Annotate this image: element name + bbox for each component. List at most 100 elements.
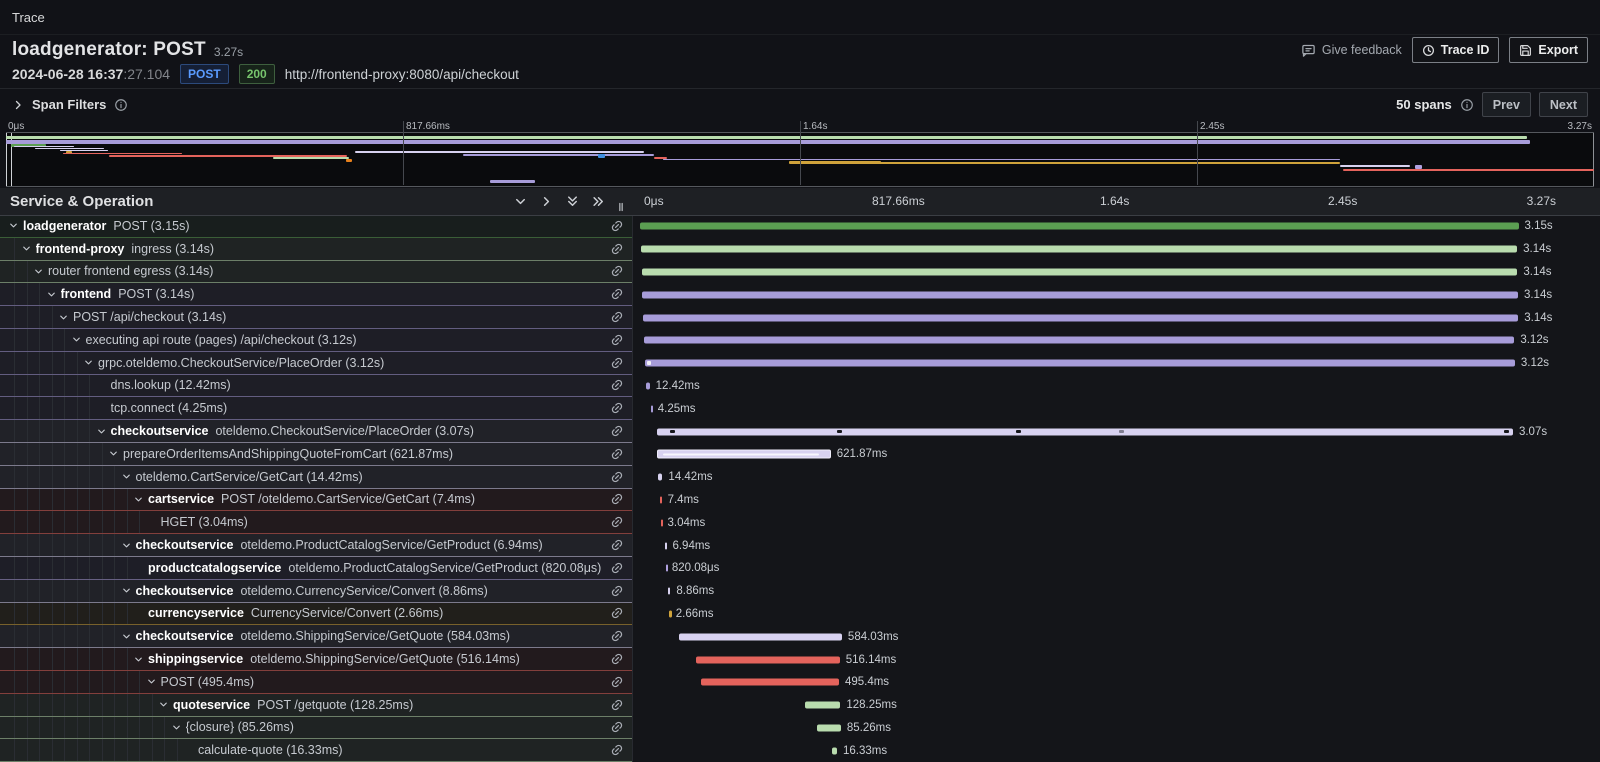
span-bar-cell[interactable]: 16.33ms [632, 739, 1600, 762]
expand-chevron-icon[interactable] [108, 448, 123, 459]
span-name-cell[interactable]: grpc.oteldemo.CheckoutService/PlaceOrder… [0, 352, 632, 375]
span-name-cell[interactable]: {closure} (85.26ms) [0, 717, 632, 740]
prev-span-button[interactable]: Prev [1482, 92, 1531, 117]
expand-chevron-icon[interactable] [58, 312, 73, 323]
span-bar[interactable] [701, 679, 839, 686]
span-bar-cell[interactable]: 128.25ms [632, 694, 1600, 717]
span-name-cell[interactable]: checkoutserviceoteldemo.ShippingService/… [0, 625, 632, 648]
span-link-icon[interactable] [610, 492, 624, 506]
span-bar-cell[interactable]: 3.12s [632, 352, 1600, 375]
span-name-cell[interactable]: shippingserviceoteldemo.ShippingService/… [0, 648, 632, 671]
expand-chevron-icon[interactable] [46, 289, 61, 300]
span-bar-cell[interactable]: 820.08μs [632, 557, 1600, 580]
expand-chevron-icon[interactable] [121, 631, 136, 642]
span-link-icon[interactable] [610, 310, 624, 324]
span-bar[interactable] [657, 450, 830, 459]
span-link-icon[interactable] [610, 424, 624, 438]
span-link-icon[interactable] [610, 561, 624, 575]
span-link-icon[interactable] [610, 287, 624, 301]
span-link-icon[interactable] [610, 720, 624, 734]
span-bar-cell[interactable]: 3.14s [632, 283, 1600, 306]
span-link-icon[interactable] [610, 698, 624, 712]
span-bar[interactable] [661, 519, 664, 526]
span-link-icon[interactable] [610, 447, 624, 461]
span-bar[interactable] [646, 382, 649, 389]
span-link-icon[interactable] [610, 584, 624, 598]
span-name-cell[interactable]: checkoutserviceoteldemo.CheckoutService/… [0, 420, 632, 443]
span-bar[interactable] [657, 428, 1513, 435]
next-span-button[interactable]: Next [1539, 92, 1588, 117]
expand-chevron-icon[interactable] [133, 654, 148, 665]
span-name-cell[interactable]: productcatalogserviceoteldemo.ProductCat… [0, 557, 632, 580]
span-bar-cell[interactable]: 3.04ms [632, 511, 1600, 534]
span-name-cell[interactable]: POST /api/checkout (3.14s) [0, 306, 632, 329]
span-name-cell[interactable]: frontendPOST (3.14s) [0, 283, 632, 306]
expand-chevron-icon[interactable] [21, 243, 36, 254]
expand-chevron-icon[interactable] [121, 540, 136, 551]
span-bar[interactable] [640, 223, 1519, 230]
minimap-right-handle[interactable] [1593, 133, 1594, 186]
span-bar-cell[interactable]: 621.87ms [632, 443, 1600, 466]
expand-chevron-icon[interactable] [33, 266, 48, 277]
span-filters-toggle[interactable]: Span Filters [12, 97, 128, 112]
span-bar[interactable] [651, 405, 654, 412]
span-bar[interactable] [660, 496, 663, 503]
span-bar[interactable] [817, 724, 841, 731]
span-link-icon[interactable] [610, 242, 624, 256]
span-bar-cell[interactable]: 7.4ms [632, 489, 1600, 512]
span-name-cell[interactable]: router frontend egress (3.14s) [0, 261, 632, 284]
span-link-icon[interactable] [610, 470, 624, 484]
span-bar[interactable] [644, 337, 1514, 344]
expand-chevron-icon[interactable] [8, 220, 23, 231]
span-bar[interactable] [643, 314, 1519, 321]
span-bar[interactable] [832, 747, 837, 754]
span-bar[interactable] [679, 633, 842, 640]
span-bar-cell[interactable]: 14.42ms [632, 466, 1600, 489]
column-resize-grip[interactable] [614, 200, 628, 215]
span-link-icon[interactable] [610, 652, 624, 666]
span-bar-cell[interactable]: 3.14s [632, 261, 1600, 284]
span-name-cell[interactable]: HGET (3.04ms) [0, 511, 632, 534]
collapse-all-icon[interactable] [565, 194, 580, 209]
export-button[interactable]: Export [1509, 37, 1588, 63]
span-bar[interactable] [696, 656, 840, 663]
span-bar-cell[interactable]: 3.14s [632, 238, 1600, 261]
collapse-one-icon[interactable] [513, 194, 528, 209]
span-link-icon[interactable] [610, 264, 624, 278]
trace-minimap[interactable] [6, 132, 1594, 187]
span-link-icon[interactable] [610, 356, 624, 370]
span-name-cell[interactable]: frontend-proxyingress (3.14s) [0, 238, 632, 261]
span-bar[interactable] [666, 565, 669, 572]
span-link-icon[interactable] [610, 219, 624, 233]
span-bar-cell[interactable]: 6.94ms [632, 534, 1600, 557]
expand-chevron-icon[interactable] [83, 357, 98, 368]
expand-chevron-icon[interactable] [171, 722, 186, 733]
span-link-icon[interactable] [610, 333, 624, 347]
span-bar-cell[interactable]: 12.42ms [632, 375, 1600, 398]
expand-all-icon[interactable] [591, 194, 606, 209]
span-link-icon[interactable] [610, 401, 624, 415]
expand-one-icon[interactable] [539, 194, 554, 209]
span-bar-cell[interactable]: 3.15s [632, 215, 1600, 238]
span-bar-cell[interactable]: 3.14s [632, 306, 1600, 329]
span-link-icon[interactable] [610, 675, 624, 689]
span-bar[interactable] [645, 360, 1515, 367]
span-name-cell[interactable]: checkoutserviceoteldemo.CurrencyService/… [0, 580, 632, 603]
span-bar-cell[interactable]: 3.07s [632, 420, 1600, 443]
expand-chevron-icon[interactable] [96, 426, 111, 437]
span-name-cell[interactable]: POST (495.4ms) [0, 671, 632, 694]
span-bar-cell[interactable]: 8.86ms [632, 580, 1600, 603]
expand-chevron-icon[interactable] [71, 334, 86, 345]
span-link-icon[interactable] [610, 538, 624, 552]
span-bar-cell[interactable]: 2.66ms [632, 603, 1600, 626]
span-bar[interactable] [642, 291, 1518, 298]
expand-chevron-icon[interactable] [133, 494, 148, 505]
span-name-cell[interactable]: loadgeneratorPOST (3.15s) [0, 215, 632, 238]
span-bar-cell[interactable]: 516.14ms [632, 648, 1600, 671]
expand-chevron-icon[interactable] [121, 585, 136, 596]
span-link-icon[interactable] [610, 378, 624, 392]
span-bar[interactable] [669, 610, 672, 617]
span-bar-cell[interactable]: 495.4ms [632, 671, 1600, 694]
span-link-icon[interactable] [610, 743, 624, 757]
span-name-cell[interactable]: tcp.connect (4.25ms) [0, 397, 632, 420]
